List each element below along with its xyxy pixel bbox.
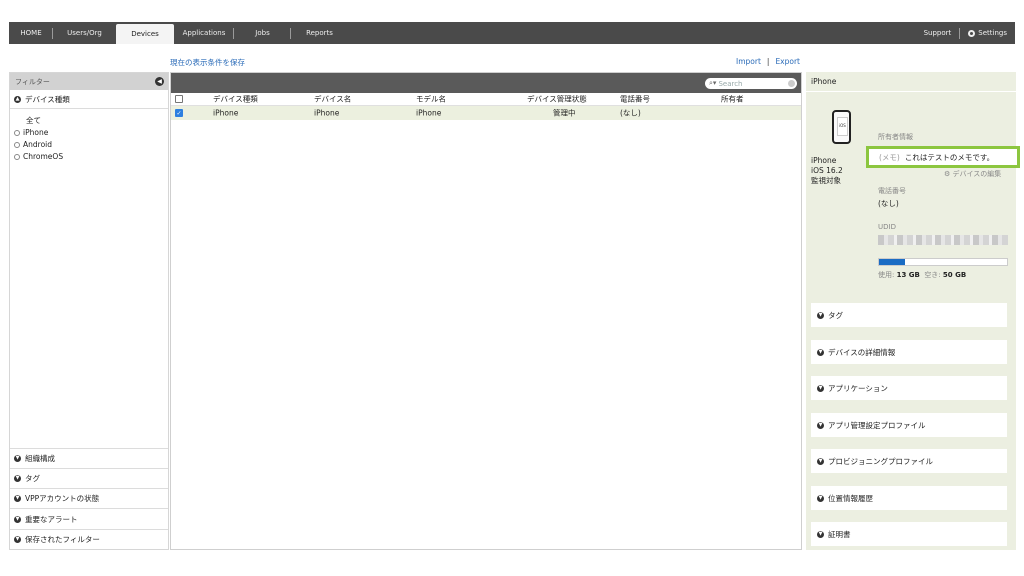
tab-applications[interactable]: Applications [174,22,234,44]
accordion-device-details[interactable]: ▼ デバイスの詳細情報 [811,340,1007,364]
table-toolbar: ⌕▾ Search [171,73,801,93]
device-name: iPhone [811,156,837,165]
os-version: iOS 16.2 [811,166,843,175]
cell-device-type: iPhone [213,108,239,118]
top-nav: HOME Users/Org Devices Applications Jobs… [9,22,1015,44]
settings-link[interactable]: Settings [978,29,1007,37]
gear-icon [968,29,976,37]
accordion-app-config[interactable]: ▼ アプリ管理設定プロファイル [811,413,1007,437]
option-iphone[interactable]: iPhone [14,127,168,139]
search-placeholder: Search [718,79,743,88]
tab-jobs[interactable]: Jobs [234,22,291,44]
import-export-divider: | [766,57,770,66]
chevron-down-icon: ▼ [14,454,21,462]
clear-search-icon[interactable] [788,80,795,87]
option-android[interactable]: Android [14,139,168,151]
storage-bar [878,258,1008,266]
owner-info-label: 所有者情報 [878,133,913,141]
chevron-down-icon: ▼ [817,494,824,502]
search-icon: ⌕▾ [709,79,717,87]
save-filter-link[interactable]: 現在の表示条件を保存 [170,57,245,68]
section-tag[interactable]: ▼ タグ [10,467,168,488]
chevron-down-icon: ▼ [817,530,824,538]
chevron-down-icon: ▼ [14,474,21,482]
radio-icon [14,130,20,136]
radio-icon [14,142,20,148]
chevron-down-icon: ▼ [817,311,824,319]
section-saved-filters[interactable]: ▼ 保存されたフィルター [10,528,168,549]
accordion-tags[interactable]: ▼ タグ [811,303,1007,327]
udid-label: UDID [878,223,896,231]
section-org[interactable]: ▼ 組織構成 [10,447,168,468]
accordion-certificates[interactable]: ▼ 証明書 [811,522,1007,546]
accordion-applications[interactable]: ▼ アプリケーション [811,376,1007,400]
accordion-provisioning[interactable]: ▼ プロビジョニングプロファイル [811,449,1007,473]
supervised-label: 監視対象 [811,176,841,185]
select-all-checkbox[interactable] [175,95,183,103]
cell-mgmt-status: 管理中 [553,108,576,118]
accordion-location-history[interactable]: ▼ 位置情報履歴 [811,486,1007,510]
storage-text: 使用: 13 GB 空き: 50 GB [878,271,967,279]
memo-text: これはテストのメモです。 [904,152,995,162]
chevron-up-icon: ▲ [14,95,21,103]
table-header: デバイス種類 デバイス名 モデル名 デバイス管理状態 電話番号 所有者 [171,93,801,106]
filter-bottom-sections: ▼ 組織構成 ▼ タグ ▼ VPPアカウントの状態 ▼ 重要なアラート ▼ 保存されたフィ… [10,447,168,549]
filter-panel: フィルター ◀ ▲ デバイス種類 全て iPhone Android Chrom… [9,72,169,550]
memo-tag: (メモ) [879,152,900,162]
chevron-down-icon: ▼ [14,495,21,503]
chevron-down-icon: ▼ [817,384,824,392]
tab-devices[interactable]: Devices [116,24,174,44]
nav-divider [959,27,961,39]
col-mgmt-status[interactable]: デバイス管理状態 [527,94,587,105]
radio-icon [14,154,20,160]
section-vpp[interactable]: ▼ VPPアカウントの状態 [10,488,168,508]
cell-phone: (なし) [620,108,641,118]
edit-device-link[interactable]: ⚙ デバイスの編集 [944,169,1001,179]
device-summary: iPhone iOS 16.2 監視対象 [811,156,843,186]
phone-label: 電話番号 [878,187,906,195]
chevron-down-icon: ▼ [817,348,824,356]
device-type-label: デバイス種類 [25,94,70,104]
chevron-down-icon: ▼ [14,515,21,523]
iphone-icon: iOS [832,110,851,144]
row-checkbox[interactable]: ✓ [175,109,183,117]
filter-header: フィルター ◀ [10,73,168,90]
export-link[interactable]: Export [775,57,800,66]
col-phone[interactable]: 電話番号 [620,94,650,105]
tab-reports[interactable]: Reports [291,22,348,44]
tab-home[interactable]: HOME [9,22,53,44]
tab-users-org[interactable]: Users/Org [53,22,116,44]
nav-right: Support Settings [924,22,1015,44]
cell-model: iPhone [416,108,442,118]
udid-redacted [878,235,1008,245]
device-type-section[interactable]: ▲ デバイス種類 [10,90,168,109]
cell-device-name: iPhone [314,108,340,118]
filter-title: フィルター [15,77,50,86]
chevron-down-icon: ▼ [817,421,824,429]
memo-box: (メモ) これはテストのメモです。 [866,146,1020,168]
device-detail-panel: iPhone iOS iPhone iOS 16.2 監視対象 所有者情報 (メ… [806,72,1020,550]
support-link[interactable]: Support [924,29,952,37]
col-owner[interactable]: 所有者 [721,94,744,105]
col-device-type[interactable]: デバイス種類 [213,94,258,105]
import-export: Import | Export [736,57,800,66]
option-all[interactable]: 全て [14,115,168,127]
search-input[interactable]: ⌕▾ Search [705,78,797,89]
table-row[interactable]: ✓ iPhone iPhone iPhone 管理中 (なし) [171,106,801,120]
device-table: ⌕▾ Search デバイス種類 デバイス名 モデル名 デバイス管理状態 電話番… [170,72,802,550]
device-type-options: 全て iPhone Android ChromeOS [10,109,168,163]
detail-title: iPhone [806,72,1016,92]
section-alerts[interactable]: ▼ 重要なアラート [10,508,168,528]
option-chromeos[interactable]: ChromeOS [14,151,168,163]
col-device-name[interactable]: デバイス名 [314,94,351,105]
import-link[interactable]: Import [736,57,761,66]
col-model[interactable]: モデル名 [416,94,446,105]
storage-fill [879,259,905,265]
chevron-down-icon: ▼ [14,535,21,543]
chevron-down-icon: ▼ [817,457,824,465]
phone-value: (なし) [878,199,899,208]
collapse-left-icon[interactable]: ◀ [155,77,164,86]
